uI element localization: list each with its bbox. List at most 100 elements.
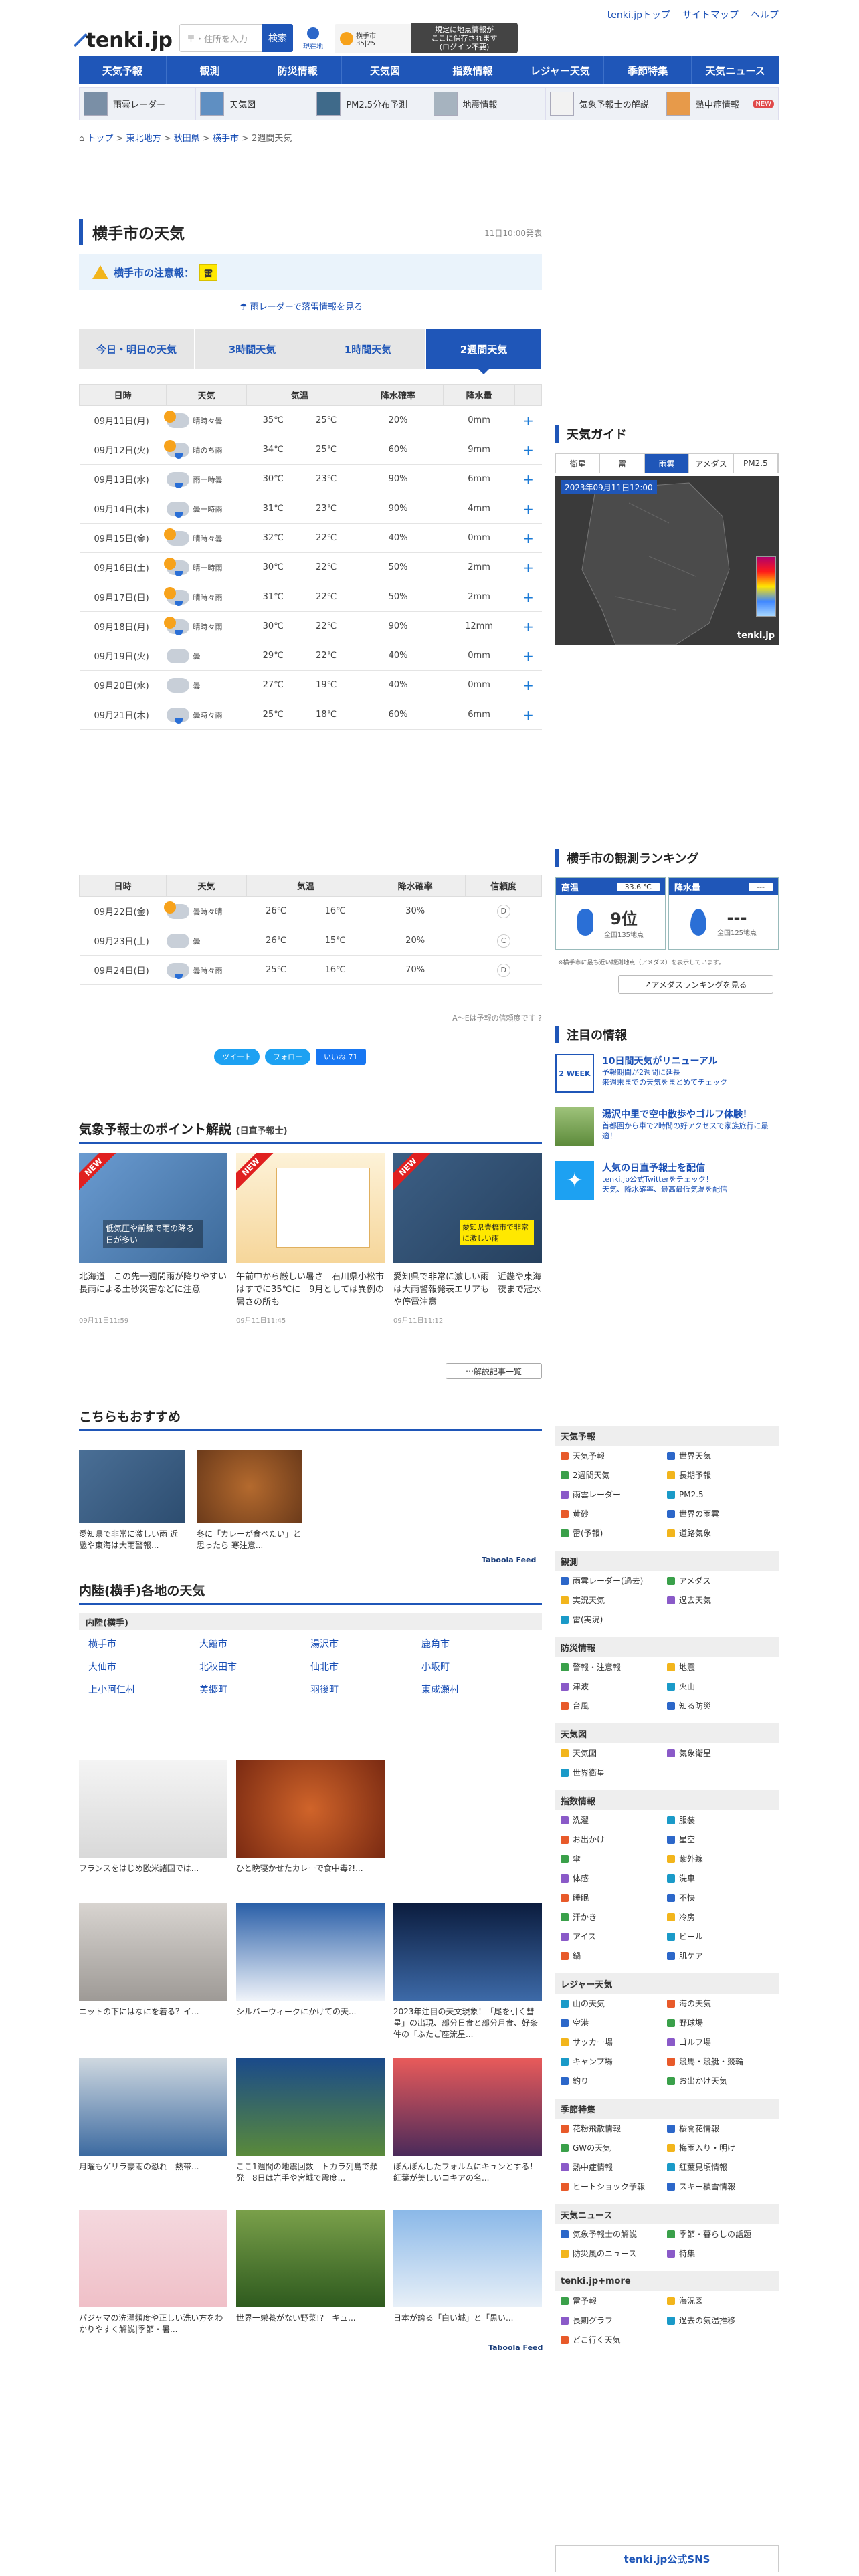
side-nav-item[interactable]: 花粉飛散情報 bbox=[561, 2123, 667, 2134]
nav-item-index[interactable]: 指数情報 bbox=[430, 56, 517, 84]
region-city-link[interactable]: 北秋田市 bbox=[199, 1660, 310, 1673]
ad-card[interactable]: 2023年注目の天文現象！「尾を引く彗星」の出現、部分日食と部分月食、好条件の「… bbox=[393, 1903, 542, 2040]
side-nav-item[interactable]: 競馬・競艇・競輪 bbox=[667, 2056, 773, 2067]
guide-tab[interactable]: 雨雲 bbox=[644, 454, 690, 473]
point-card[interactable]: NEW 午前中から厳しい暑さ 石川県小松市はすでに35℃に 9月としては異例の暑… bbox=[236, 1153, 385, 1325]
expand-plus-icon[interactable]: + bbox=[514, 552, 542, 582]
side-nav-item[interactable]: 季節・暮らしの話題 bbox=[667, 2228, 773, 2240]
nav-item-forecast[interactable]: 天気予報 bbox=[79, 56, 167, 84]
side-nav-item[interactable]: ビール bbox=[667, 1931, 773, 1942]
warning-chip[interactable]: 雷 bbox=[199, 263, 218, 281]
side-nav-item[interactable]: 海の天気 bbox=[667, 1998, 773, 2009]
side-nav-item[interactable]: 梅雨入り・明け bbox=[667, 2142, 773, 2153]
side-nav-item[interactable]: 世界の雨雲 bbox=[667, 1508, 773, 1519]
subnav-radar[interactable]: 雨雲レーダー bbox=[80, 88, 197, 120]
subnav-weathermap[interactable]: 天気図 bbox=[196, 88, 313, 120]
side-nav-item[interactable]: 冷房 bbox=[667, 1911, 773, 1923]
ad-card[interactable]: ひと晩寝かせたカレーで食中毒?!... bbox=[236, 1760, 385, 1874]
guide-tab[interactable]: アメダス bbox=[689, 454, 734, 473]
side-nav-item[interactable]: 熱中症情報 bbox=[561, 2161, 667, 2173]
side-nav-item[interactable]: 洗濯 bbox=[561, 1814, 667, 1826]
tweet-button[interactable]: ツイート bbox=[214, 1049, 260, 1065]
side-nav-item[interactable]: 津波 bbox=[561, 1681, 667, 1692]
search-button[interactable]: 検索 bbox=[262, 24, 293, 52]
breadcrumb-yokote[interactable]: 横手市 bbox=[213, 134, 239, 144]
side-nav-item[interactable]: 体感 bbox=[561, 1872, 667, 1884]
expand-plus-icon[interactable]: + bbox=[514, 464, 542, 494]
current-location-button[interactable]: 現在地 bbox=[297, 24, 329, 53]
side-nav-item[interactable]: サッカー場 bbox=[561, 2036, 667, 2048]
region-city-link[interactable]: 大仙市 bbox=[88, 1660, 199, 1673]
side-nav-item[interactable]: 星空 bbox=[667, 1834, 773, 1845]
breadcrumb-top[interactable]: トップ bbox=[87, 134, 113, 144]
notice-item[interactable]: 2 WEEK 10日間天気がリニューアル 予報期間が2週間に延長 来週末までの天気… bbox=[555, 1054, 779, 1093]
side-nav-item[interactable]: 雨雲レーダー(過去) bbox=[561, 1575, 667, 1586]
side-nav-item[interactable]: アメダス bbox=[667, 1575, 773, 1586]
region-city-link[interactable]: 鹿角市 bbox=[421, 1637, 533, 1650]
warning-bar[interactable]: 横手市の注意報： 雷 bbox=[79, 254, 542, 290]
side-nav-item[interactable]: 道路気象 bbox=[667, 1527, 773, 1539]
side-nav-item[interactable]: 不快 bbox=[667, 1892, 773, 1903]
side-nav-item[interactable]: キャンプ場 bbox=[561, 2056, 667, 2067]
side-nav-item[interactable]: 睡眠 bbox=[561, 1892, 667, 1903]
side-nav-item[interactable]: GWの天気 bbox=[561, 2142, 667, 2153]
region-city-link[interactable]: 上小阿仁村 bbox=[88, 1683, 199, 1696]
amedas-ranking-button[interactable]: ↗ アメダスランキングを見る bbox=[618, 975, 773, 994]
subnav-pm25[interactable]: PM2.5分布予測 bbox=[312, 88, 430, 120]
region-city-link[interactable]: 小坂町 bbox=[421, 1660, 533, 1673]
guide-map[interactable]: 2023年09月11日12:00 tenki.jp bbox=[555, 476, 779, 645]
side-nav-item[interactable]: アイス bbox=[561, 1931, 667, 1942]
expand-plus-icon[interactable]: + bbox=[514, 582, 542, 612]
side-nav-item[interactable]: 雷予報 bbox=[561, 2295, 667, 2306]
side-nav-item[interactable]: お出かけ bbox=[561, 1834, 667, 1845]
side-nav-item[interactable]: 山の天気 bbox=[561, 1998, 667, 2009]
top-link-sitemap[interactable]: サイトマップ bbox=[682, 8, 739, 21]
ad-card[interactable]: パジャマの洗濯頻度や正しい洗い方をわかりやすく解説|季節・暑... bbox=[79, 2210, 227, 2335]
side-nav-item[interactable]: 特集 bbox=[667, 2248, 773, 2259]
guide-tab[interactable]: 雷 bbox=[600, 454, 645, 473]
ranking-rain[interactable]: 降水量 --- --- 全国125地点 bbox=[668, 877, 779, 950]
ad-card[interactable]: ここ1週間の地震回数 トカラ列島で頻発 8日は岩手や宮城で震度... bbox=[236, 2058, 385, 2184]
side-nav-item[interactable]: 実況天気 bbox=[561, 1594, 667, 1606]
region-city-link[interactable]: 湯沢市 bbox=[310, 1637, 421, 1650]
side-nav-item[interactable]: 警報・注意報 bbox=[561, 1661, 667, 1673]
side-nav-item[interactable]: 空港 bbox=[561, 2017, 667, 2028]
region-city-link[interactable]: 仙北市 bbox=[310, 1660, 421, 1673]
side-nav-item[interactable]: 釣り bbox=[561, 2075, 667, 2086]
side-nav-item[interactable]: 気象予報士の解説 bbox=[561, 2228, 667, 2240]
side-nav-item[interactable]: 黄砂 bbox=[561, 1508, 667, 1519]
ad-card[interactable]: フランスをはじめ欧米諸国では... bbox=[79, 1760, 227, 1874]
nav-item-weathermap[interactable]: 天気図 bbox=[342, 56, 430, 84]
expand-plus-icon[interactable]: + bbox=[514, 670, 542, 700]
side-nav-item[interactable]: 火山 bbox=[667, 1681, 773, 1692]
side-nav-item[interactable]: 知る防災 bbox=[667, 1700, 773, 1711]
ad-card[interactable]: 日本が誇る「白い城」と「黒い... bbox=[393, 2210, 542, 2324]
side-nav-item[interactable]: 肌ケア bbox=[667, 1950, 773, 1961]
side-nav-item[interactable]: スキー積雪情報 bbox=[667, 2181, 773, 2192]
side-nav-item[interactable]: 防災風のニュース bbox=[561, 2248, 667, 2259]
side-nav-item[interactable]: 服装 bbox=[667, 1814, 773, 1826]
more-articles-button[interactable]: ⋯ 解説記事一覧 bbox=[446, 1363, 542, 1379]
ranking-high[interactable]: 高温 33.6 ℃ 9位 全国135地点 bbox=[555, 877, 666, 950]
region-city-link[interactable]: 羽後町 bbox=[310, 1683, 421, 1696]
side-nav-item[interactable]: ヒートショック予報 bbox=[561, 2181, 667, 2192]
ad-card[interactable]: ニットの下にはなにを着る？イ... bbox=[79, 1903, 227, 2018]
guide-tab[interactable]: PM2.5 bbox=[734, 454, 779, 473]
ad-card[interactable]: ぽんぽんしたフォルムにキュンとする！紅葉が美しいコキアの名... bbox=[393, 2058, 542, 2184]
recommend-card[interactable]: 愛知県で非常に激しい雨 近畿や東海は大雨警報... bbox=[79, 1450, 185, 1551]
side-nav-item[interactable]: 紫外線 bbox=[667, 1853, 773, 1864]
side-nav-item[interactable]: 過去天気 bbox=[667, 1594, 773, 1606]
breadcrumb-tohoku[interactable]: 東北地方 bbox=[126, 134, 161, 144]
ad-card[interactable]: シルバーウィークにかけての天... bbox=[236, 1903, 385, 2018]
top-link-help[interactable]: ヘルプ bbox=[751, 8, 779, 21]
breadcrumb-akita[interactable]: 秋田県 bbox=[174, 134, 200, 144]
region-city-link[interactable]: 横手市 bbox=[88, 1637, 199, 1650]
side-nav-item[interactable]: 桜開花情報 bbox=[667, 2123, 773, 2134]
side-nav-item[interactable]: 雷(予報) bbox=[561, 1527, 667, 1539]
tab-1hour[interactable]: 1時間天気 bbox=[310, 329, 426, 369]
side-nav-item[interactable]: 鍋 bbox=[561, 1950, 667, 1961]
side-nav-item[interactable]: 紅葉見頃情報 bbox=[667, 2161, 773, 2173]
taboola-feed-label[interactable]: Taboola Feed bbox=[488, 2343, 543, 2352]
nav-item-news[interactable]: 天気ニュース bbox=[692, 56, 779, 84]
side-nav-item[interactable]: 台風 bbox=[561, 1700, 667, 1711]
